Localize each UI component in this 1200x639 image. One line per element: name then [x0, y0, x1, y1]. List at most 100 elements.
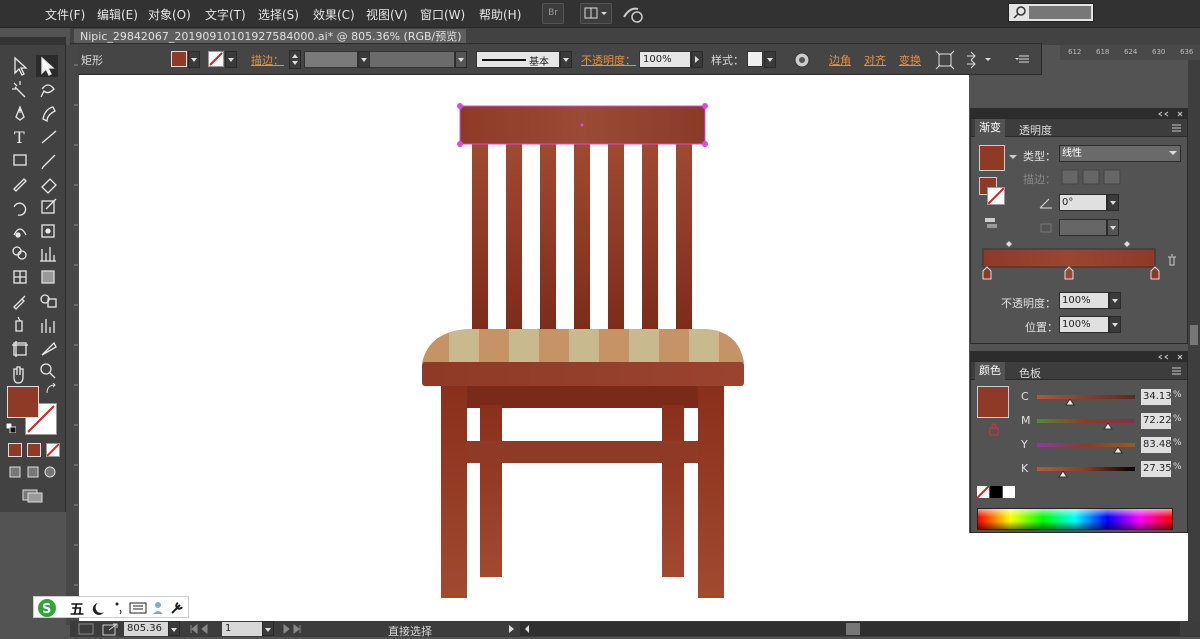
stroke-weight-input[interactable] [304, 51, 358, 68]
angle-dropdown[interactable] [1107, 194, 1119, 211]
gradient-stroke-label: 描边： [1023, 173, 1056, 186]
channel-slider[interactable] [1037, 419, 1135, 423]
artboard-dropdown[interactable] [262, 621, 274, 636]
graphic-style-dropdown[interactable] [764, 51, 776, 68]
gradient-location-input[interactable]: 100% [1059, 316, 1109, 333]
panel-menu-icon[interactable] [1169, 122, 1183, 134]
channel-value-input[interactable]: 72.22 [1141, 413, 1172, 429]
variable-width-dropdown[interactable] [455, 51, 467, 68]
drawing-modes[interactable] [8, 465, 62, 479]
swap-fill-stroke-icon[interactable] [45, 382, 57, 395]
gradient-location-value: 100% [1062, 319, 1091, 330]
channel-slider[interactable] [1037, 395, 1135, 399]
reverse-gradient-icon[interactable] [983, 215, 999, 231]
isolate-object-icon[interactable] [935, 50, 955, 70]
brush-definition[interactable]: 基本 [476, 51, 560, 68]
none-mode-button[interactable] [46, 443, 60, 457]
fill-color-box[interactable] [7, 386, 39, 418]
channel-slider[interactable] [1037, 467, 1135, 471]
slider-thumb-icon[interactable] [1058, 471, 1069, 479]
zoom-dropdown[interactable] [168, 621, 180, 636]
tab-transparency[interactable]: 透明度 [1019, 122, 1052, 138]
gradient-slider[interactable] [979, 237, 1179, 287]
stroke-gradient-options[interactable] [1061, 169, 1123, 185]
menu-view[interactable]: 视图(V) [366, 6, 408, 23]
tab-gradient[interactable]: 渐变 [975, 119, 1005, 137]
control-menu-icon[interactable] [1015, 52, 1031, 66]
gradient-swatch[interactable] [979, 145, 1005, 171]
menu-window[interactable]: 窗口(W) [420, 6, 465, 23]
screen-mode-status-icon[interactable] [78, 623, 94, 635]
artboard-number-input[interactable]: 1 [222, 622, 262, 636]
aspect-ratio-dropdown[interactable] [1107, 219, 1119, 236]
fill-swatch[interactable] [171, 51, 187, 67]
search-field[interactable] [1008, 3, 1094, 22]
tab-color[interactable]: 颜色 [975, 362, 1005, 380]
gradient-opacity-dropdown[interactable] [1109, 292, 1121, 309]
artboard[interactable] [79, 75, 969, 622]
screen-mode-icon[interactable] [22, 489, 44, 503]
opacity-slider-button[interactable] [691, 51, 703, 68]
corners-label[interactable]: 边角 [829, 52, 851, 68]
stroke-weight-stepper[interactable] [289, 50, 301, 69]
aspect-ratio-input[interactable] [1059, 219, 1107, 236]
stroke-swatch[interactable] [208, 51, 224, 67]
share-icon[interactable] [102, 622, 120, 636]
first-prev-artboard-icon[interactable] [188, 623, 222, 635]
menu-effect[interactable]: 效果(C) [313, 6, 355, 23]
stroke-dropdown[interactable] [225, 51, 237, 68]
next-last-artboard-icon[interactable] [280, 623, 314, 635]
gradient-panel-dock-bar[interactable] [970, 108, 1188, 118]
status-menu-arrow-icon[interactable] [506, 623, 516, 635]
out-of-gamut-icon[interactable] [988, 423, 1000, 437]
select-similar-icon[interactable] [965, 50, 995, 70]
menu-file[interactable]: 文件(F) [45, 6, 85, 23]
vertical-scrollbar[interactable] [1188, 60, 1200, 622]
menu-edit[interactable]: 编辑(E) [97, 6, 138, 23]
gradient-opacity-input[interactable]: 100% [1059, 292, 1109, 309]
brush-dropdown[interactable] [560, 51, 572, 68]
stroke-weight-label[interactable]: 描边： [251, 52, 284, 68]
color-mode-button[interactable] [8, 443, 22, 457]
bridge-button[interactable]: Br [542, 3, 564, 24]
align-label[interactable]: 对齐 [864, 52, 886, 68]
gradient-mode-button[interactable] [27, 443, 41, 457]
slider-thumb-icon[interactable] [1065, 399, 1076, 407]
gradient-location-dropdown[interactable] [1109, 316, 1121, 333]
slider-thumb-icon[interactable] [1102, 423, 1113, 431]
zoom-input[interactable]: 805.36 [124, 622, 168, 636]
chevron-down-icon[interactable] [1009, 155, 1017, 161]
default-colors-icon[interactable] [5, 422, 17, 434]
stroke-swatch-small[interactable] [987, 187, 1005, 205]
horizontal-scrollbar[interactable] [520, 622, 1180, 636]
menu-help[interactable]: 帮助(H) [479, 6, 521, 23]
menu-select[interactable]: 选择(S) [258, 6, 299, 23]
gradient-angle-input[interactable]: 0° [1059, 194, 1107, 211]
menu-type[interactable]: 文字(T) [205, 6, 246, 23]
menu-object[interactable]: 对象(O) [148, 6, 191, 23]
color-spectrum[interactable] [977, 508, 1173, 530]
panel-menu-icon[interactable] [1169, 365, 1183, 377]
channel-value-input[interactable]: 27.35 [1141, 461, 1172, 477]
quick-swatches[interactable] [976, 485, 1015, 499]
opacity-input[interactable]: 100% [639, 51, 691, 68]
arrange-documents-button[interactable] [580, 3, 612, 24]
graphic-style-swatch[interactable] [747, 51, 763, 67]
gpu-performance-icon[interactable] [622, 3, 646, 24]
gradient-type-select[interactable]: 线性 [1059, 145, 1181, 162]
input-method-toolbar[interactable]: S 五 [33, 596, 189, 618]
variable-width-profile[interactable] [369, 51, 455, 68]
recolor-artwork-icon[interactable] [793, 51, 811, 69]
color-panel-dock-bar[interactable] [970, 351, 1188, 361]
transform-label[interactable]: 变换 [899, 52, 921, 68]
arrange-documents-icon [584, 7, 607, 19]
delete-stop-icon[interactable] [1165, 253, 1179, 267]
channel-value-input[interactable]: 34.13 [1141, 389, 1172, 405]
slider-thumb-icon[interactable] [1113, 447, 1124, 455]
channel-value-input[interactable]: 83.48 [1141, 437, 1172, 453]
fill-dropdown[interactable] [188, 51, 200, 68]
opacity-label[interactable]: 不透明度： [581, 52, 636, 68]
tab-swatches[interactable]: 色板 [1019, 365, 1041, 381]
current-color-swatch[interactable] [977, 386, 1009, 418]
scroll-left-icon[interactable] [522, 622, 532, 636]
